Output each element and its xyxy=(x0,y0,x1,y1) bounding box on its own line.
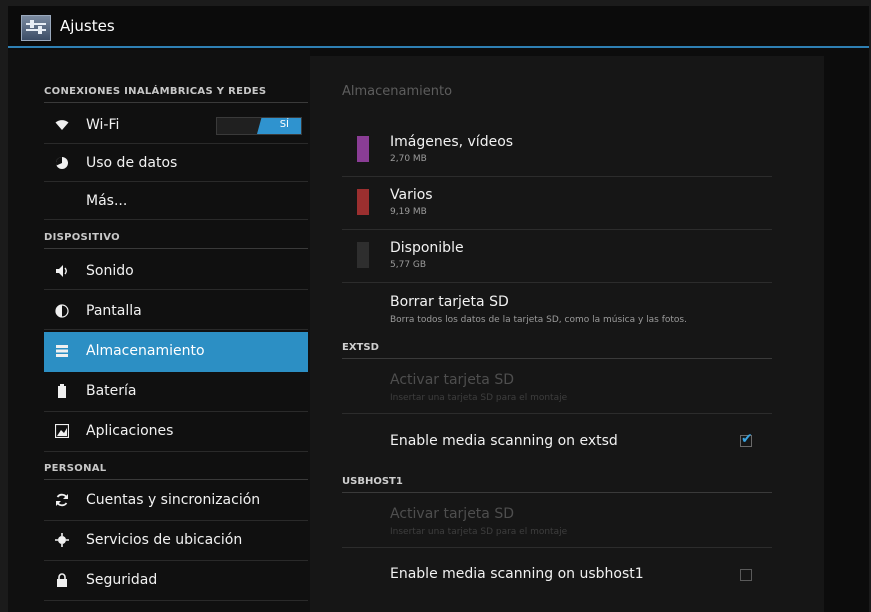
sidebar-item-sound[interactable]: Sonido xyxy=(44,252,308,290)
mount-label: Activar tarjeta SD xyxy=(390,372,514,388)
color-swatch xyxy=(357,189,369,215)
sidebar-item-security[interactable]: Seguridad xyxy=(44,561,308,601)
entry-size: 9,19 MB xyxy=(390,207,427,217)
sidebar-item-storage[interactable]: Almacenamiento xyxy=(44,332,308,372)
category-device: DISPOSITIVO xyxy=(44,232,120,243)
erase-sd-card[interactable]: Borrar tarjeta SD Borra todos los datos … xyxy=(342,283,772,335)
sidebar-item-label: Más... xyxy=(86,193,128,209)
entry-size: 2,70 MB xyxy=(390,154,427,164)
erase-description: Borra todos los datos de la tarjeta SD, … xyxy=(390,315,687,325)
sidebar-item-accounts-sync[interactable]: Cuentas y sincronización xyxy=(44,481,308,521)
sidebar-item-display[interactable]: Pantalla xyxy=(44,292,308,330)
scan-usbhost1-row[interactable]: Enable media scanning on usbhost1 xyxy=(342,548,772,602)
storage-panel: Almacenamiento Imágenes, vídeos 2,70 MB … xyxy=(310,56,824,612)
entry-label: Imágenes, vídeos xyxy=(390,134,514,150)
mount-description: Insertar una tarjeta SD para el montaje xyxy=(390,527,568,537)
data-usage-icon xyxy=(55,156,69,170)
display-icon xyxy=(55,304,69,318)
sidebar-item-location[interactable]: Servicios de ubicación xyxy=(44,521,308,561)
lock-icon xyxy=(55,573,69,587)
app-title: Ajustes xyxy=(60,17,115,35)
storage-entry-available[interactable]: Disponible 5,77 GB xyxy=(342,230,772,283)
mount-sd-extsd[interactable]: Activar tarjeta SD Insertar una tarjeta … xyxy=(342,360,772,414)
section-header-extsd: EXTSD xyxy=(342,342,379,353)
sidebar-item-label: Almacenamiento xyxy=(86,343,205,359)
scan-label: Enable media scanning on usbhost1 xyxy=(390,566,644,582)
page-title: Almacenamiento xyxy=(342,84,453,99)
wifi-toggle[interactable]: SÍ xyxy=(216,117,302,135)
entry-label: Varios xyxy=(390,187,433,203)
scan-usbhost1-checkbox[interactable] xyxy=(740,569,752,581)
entry-label: Disponible xyxy=(390,240,464,256)
section-header-usbhost1: USBHOST1 xyxy=(342,476,403,487)
sidebar-item-wifi[interactable]: Wi-Fi SÍ xyxy=(44,106,308,144)
category-divider xyxy=(44,479,308,480)
toggle-label: SÍ xyxy=(279,119,289,130)
settings-sliders-icon[interactable] xyxy=(21,15,51,41)
category-wireless: CONEXIONES INALÁMBRICAS Y REDES xyxy=(44,86,267,97)
storage-entry-images[interactable]: Imágenes, vídeos 2,70 MB xyxy=(342,124,772,177)
sidebar-item-label: Batería xyxy=(86,383,137,399)
color-swatch xyxy=(357,242,369,268)
storage-pane: Almacenamiento Imágenes, vídeos 2,70 MB … xyxy=(310,50,869,612)
battery-icon xyxy=(55,384,69,398)
sidebar-item-label: Servicios de ubicación xyxy=(86,532,243,548)
sidebar-item-label: Seguridad xyxy=(86,572,158,588)
sync-icon xyxy=(55,493,69,507)
category-personal: PERSONAL xyxy=(44,463,107,474)
mount-description: Insertar una tarjeta SD para el montaje xyxy=(390,393,568,403)
sidebar-item-label: Pantalla xyxy=(86,303,142,319)
category-divider xyxy=(44,102,308,103)
sidebar-item-apps[interactable]: Aplicaciones xyxy=(44,412,308,452)
section-divider xyxy=(342,492,772,493)
settings-window: Ajustes CONEXIONES INALÁMBRICAS Y REDES … xyxy=(8,6,869,612)
sidebar-item-label: Aplicaciones xyxy=(86,423,174,439)
section-divider xyxy=(342,358,772,359)
sidebar-item-battery[interactable]: Batería xyxy=(44,372,308,412)
sidebar-item-more[interactable]: Más... xyxy=(44,182,308,220)
sidebar-item-label: Cuentas y sincronización xyxy=(86,492,261,508)
location-icon xyxy=(55,533,69,547)
storage-icon xyxy=(55,344,69,358)
action-bar: Ajustes xyxy=(8,6,869,48)
settings-sidebar: CONEXIONES INALÁMBRICAS Y REDES Wi-Fi SÍ… xyxy=(8,50,310,612)
erase-label: Borrar tarjeta SD xyxy=(390,294,509,310)
sidebar-item-label: Sonido xyxy=(86,263,134,279)
apps-icon xyxy=(55,424,69,438)
mount-sd-usbhost1[interactable]: Activar tarjeta SD Insertar una tarjeta … xyxy=(342,494,772,548)
category-divider xyxy=(44,248,308,249)
sidebar-item-label: Wi-Fi xyxy=(86,117,120,133)
scan-label: Enable media scanning on extsd xyxy=(390,433,618,449)
sidebar-item-label: Uso de datos xyxy=(86,155,178,171)
wifi-icon xyxy=(55,118,69,132)
sidebar-item-data-usage[interactable]: Uso de datos xyxy=(44,144,308,182)
speaker-icon xyxy=(55,264,69,278)
storage-entry-misc[interactable]: Varios 9,19 MB xyxy=(342,177,772,230)
toggle-knob: SÍ xyxy=(257,118,301,134)
scan-extsd-row[interactable]: Enable media scanning on extsd xyxy=(342,414,772,469)
scan-extsd-checkbox[interactable] xyxy=(740,431,753,447)
mount-label: Activar tarjeta SD xyxy=(390,506,514,522)
entry-size: 5,77 GB xyxy=(390,260,427,270)
color-swatch xyxy=(357,136,369,162)
